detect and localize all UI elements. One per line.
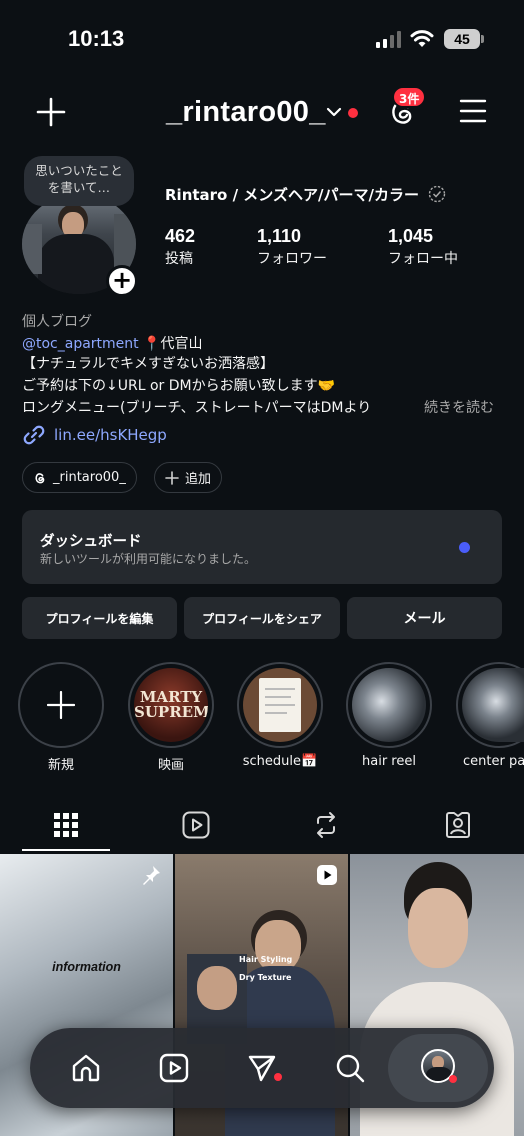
post-overlay-text: Dry Texture bbox=[239, 973, 292, 982]
tagged-icon bbox=[446, 812, 470, 838]
notification-dot bbox=[348, 108, 358, 118]
share-profile-button[interactable]: プロフィールをシェア bbox=[184, 597, 340, 639]
threads-chip-label: _rintaro00_ bbox=[53, 470, 126, 485]
dashboard-new-dot bbox=[459, 542, 470, 553]
wifi-icon bbox=[410, 30, 434, 47]
search-icon bbox=[336, 1054, 365, 1083]
post-tile-text: information bbox=[52, 960, 121, 974]
verified-icon bbox=[428, 185, 446, 203]
highlight-hair-reel-cover bbox=[352, 668, 426, 742]
highlight-label: schedule📅 bbox=[242, 754, 318, 769]
nav-messages[interactable] bbox=[240, 1046, 284, 1090]
threads-icon bbox=[35, 472, 45, 483]
location-text: 📍代官山 bbox=[143, 336, 203, 352]
note-bubble[interactable]: 思いついたことを書いて… bbox=[24, 156, 134, 206]
nav-search[interactable] bbox=[328, 1046, 372, 1090]
highlight-movie-cover: MARTY SUPREME bbox=[134, 668, 208, 742]
post-overlay-text: Hair Styling bbox=[239, 955, 293, 964]
send-icon bbox=[248, 1055, 276, 1082]
bio-line-mention: @toc_apartment 📍代官山 bbox=[22, 333, 203, 353]
profile-category: 個人ブログ bbox=[22, 314, 92, 330]
menu-icon[interactable] bbox=[459, 98, 487, 124]
grid-icon bbox=[54, 813, 78, 837]
stat-following-count[interactable]: 1,045 bbox=[388, 226, 433, 247]
add-story-button[interactable]: + bbox=[106, 265, 138, 297]
tab-reels[interactable] bbox=[176, 805, 216, 845]
battery-tip bbox=[481, 35, 484, 43]
add-chip[interactable]: 追加 bbox=[154, 462, 223, 493]
dashboard-subtitle: 新しいツールが利用可能になりました。 bbox=[40, 552, 257, 566]
plus-icon bbox=[165, 470, 179, 485]
movie-cover-text: MARTY SUPREME bbox=[134, 688, 208, 721]
messages-notification-dot bbox=[274, 1073, 282, 1081]
edit-profile-button[interactable]: プロフィールを編集 bbox=[22, 597, 177, 639]
stat-posts-count[interactable]: 462 bbox=[165, 226, 195, 247]
link-icon bbox=[23, 425, 45, 445]
highlight-label: center pa bbox=[463, 754, 524, 769]
active-tab-indicator bbox=[22, 849, 110, 851]
stat-following-label[interactable]: フォロー中 bbox=[388, 248, 458, 268]
highlight-label: hair reel bbox=[362, 754, 416, 769]
home-icon bbox=[72, 1054, 100, 1082]
nav-reels[interactable] bbox=[152, 1046, 196, 1090]
threads-badge: 3件 bbox=[392, 86, 427, 108]
stat-followers-label[interactable]: フォロワー bbox=[257, 248, 327, 268]
threads-chip[interactable]: _rintaro00_ bbox=[22, 462, 137, 493]
mail-button[interactable]: メール bbox=[347, 597, 502, 639]
stat-followers-count[interactable]: 1,110 bbox=[257, 226, 301, 247]
repost-icon bbox=[317, 812, 335, 838]
bio-line: ロングメニュー(ブリーチ、ストレートパーマはDMより bbox=[22, 400, 372, 416]
stat-posts-label[interactable]: 投稿 bbox=[165, 248, 193, 268]
read-more-link[interactable]: 続きを読む bbox=[424, 397, 494, 417]
profile-notification-dot bbox=[449, 1075, 457, 1083]
tab-tagged[interactable] bbox=[438, 805, 478, 845]
highlight-schedule-cover bbox=[243, 668, 317, 742]
pin-icon bbox=[143, 866, 160, 885]
status-time: 10:13 bbox=[68, 26, 125, 51]
tab-reposts[interactable] bbox=[306, 805, 346, 845]
plus-icon bbox=[47, 691, 75, 719]
reels-icon bbox=[182, 811, 210, 839]
reels-icon bbox=[159, 1053, 189, 1083]
highlight-label: 映画 bbox=[157, 758, 184, 773]
plus-icon[interactable] bbox=[36, 97, 66, 127]
bio-line: ご予約は下の↓URL or DMからお願い致します🤝 bbox=[22, 378, 336, 394]
display-name: Rintaro / メンズヘア/パーマ/カラー bbox=[165, 184, 446, 205]
reel-indicator-icon bbox=[317, 865, 337, 885]
mention-link[interactable]: @toc_apartment bbox=[22, 336, 139, 352]
battery-icon: 45 bbox=[444, 29, 480, 49]
display-name-text: Rintaro / メンズヘア/パーマ/カラー bbox=[165, 186, 419, 204]
add-chip-label: 追加 bbox=[185, 472, 212, 487]
highlight-label: 新規 bbox=[47, 758, 74, 773]
signal-icon bbox=[376, 31, 402, 48]
tab-grid[interactable] bbox=[46, 805, 86, 845]
dashboard-title: ダッシュボード bbox=[40, 534, 142, 550]
profile-username[interactable]: _rintaro00_ bbox=[166, 96, 326, 129]
bio-line: 【ナチュラルでキメすぎないお洒落感】 bbox=[22, 356, 274, 372]
chevron-down-icon[interactable] bbox=[326, 106, 342, 118]
nav-home[interactable] bbox=[64, 1046, 108, 1090]
profile-link[interactable]: lin.ee/hsKHegp bbox=[54, 426, 167, 444]
